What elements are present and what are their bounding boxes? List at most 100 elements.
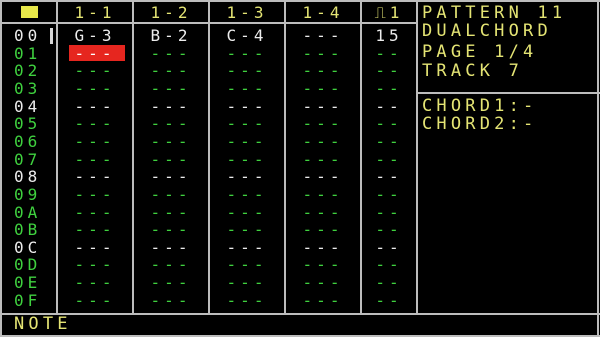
pattern-cell[interactable]: B-2 [134,27,208,44]
pattern-cell[interactable]: --- [210,239,284,256]
pattern-cell[interactable]: --- [210,274,284,291]
pattern-cell[interactable]: --- [58,274,132,291]
pattern-cell[interactable]: -- [362,292,416,309]
pattern-cell[interactable]: --- [134,80,208,97]
pattern-cell[interactable]: -- [362,221,416,238]
pattern-cell[interactable]: --- [210,151,284,168]
pattern-cell[interactable]: --- [58,221,132,238]
pattern-cell[interactable]: --- [58,45,132,62]
pattern-cell[interactable]: --- [286,256,360,273]
row-label: 04 [14,97,42,116]
pattern-cell[interactable]: --- [286,186,360,203]
pattern-cell[interactable]: -- [362,204,416,221]
pattern-cell[interactable]: --- [134,256,208,273]
pattern-cell[interactable]: --- [286,151,360,168]
pattern-cell[interactable]: --- [286,168,360,185]
pattern-cell[interactable]: -- [362,45,416,62]
pattern-cell[interactable]: -- [362,115,416,132]
pattern-cell[interactable]: --- [210,115,284,132]
pattern-cell[interactable]: --- [210,80,284,97]
column-header-4[interactable]: 1-4 [286,4,360,21]
pattern-cell[interactable]: --- [58,239,132,256]
mode-label: DUALCHORD [422,21,552,41]
pattern-cell[interactable]: -- [362,186,416,203]
frame-right [597,0,599,337]
pattern-cell[interactable]: --- [286,292,360,309]
pattern-cell[interactable]: -- [362,274,416,291]
pattern-cell[interactable]: -- [362,98,416,115]
pattern-cell[interactable]: --- [134,221,208,238]
pattern-cell[interactable]: --- [134,133,208,150]
pattern-cell[interactable]: --- [286,239,360,256]
pattern-cell[interactable]: --- [58,168,132,185]
pattern-cell[interactable]: -- [362,239,416,256]
pattern-cell[interactable]: --- [286,45,360,62]
pattern-cell[interactable]: --- [286,98,360,115]
status-divider [0,313,600,315]
frame-top [0,0,600,2]
pattern-cell[interactable]: -- [362,80,416,97]
column-header-3[interactable]: 1-3 [210,4,284,21]
pattern-cell[interactable]: --- [286,80,360,97]
chord1-label: CHORD1:- [422,96,538,116]
pattern-cell[interactable]: --- [134,168,208,185]
pattern-cell[interactable]: --- [134,239,208,256]
pattern-cell[interactable]: -- [362,151,416,168]
pattern-cell[interactable]: --- [58,80,132,97]
row-label: 03 [14,79,42,98]
pattern-cell[interactable]: --- [58,256,132,273]
row-label: 0D [14,255,42,274]
pattern-cell[interactable]: --- [134,115,208,132]
pattern-cell[interactable]: -- [362,133,416,150]
pattern-cell[interactable]: --- [58,115,132,132]
pattern-cell[interactable]: C-4 [210,27,284,44]
song-position-marker[interactable] [21,6,38,18]
pattern-cell[interactable]: --- [134,204,208,221]
pattern-cell[interactable]: --- [286,115,360,132]
pattern-cell[interactable]: --- [58,133,132,150]
pattern-cell[interactable]: --- [58,151,132,168]
column-header-5[interactable]: ⎍1 [362,4,416,21]
pattern-cell[interactable]: --- [286,204,360,221]
pattern-title: PATTERN 11 [422,3,567,23]
pattern-cell[interactable]: --- [210,221,284,238]
pattern-cell[interactable]: --- [134,98,208,115]
info-divider [416,92,600,94]
pattern-cell[interactable]: --- [58,62,132,79]
pattern-cell[interactable]: 15 [362,27,416,44]
row-label: 01 [14,44,42,63]
pattern-cell[interactable]: --- [210,45,284,62]
pattern-cell[interactable]: -- [362,168,416,185]
pattern-cell[interactable]: --- [210,168,284,185]
pattern-cell[interactable]: --- [58,292,132,309]
pattern-cell[interactable]: --- [286,133,360,150]
pattern-cell[interactable]: --- [58,98,132,115]
pattern-cell[interactable]: --- [210,186,284,203]
pattern-cell[interactable]: --- [134,274,208,291]
pattern-cell[interactable]: --- [286,62,360,79]
pattern-cell[interactable]: --- [210,256,284,273]
pattern-cell[interactable]: --- [210,62,284,79]
pattern-cell[interactable]: --- [210,98,284,115]
pattern-cell[interactable]: --- [134,151,208,168]
pattern-cell[interactable]: --- [134,62,208,79]
pattern-cell[interactable]: --- [286,27,360,44]
pattern-cell[interactable]: --- [210,204,284,221]
tracker-screen: 1-1 1-2 1-3 1-4 ⎍1 PATTERN 11 DUALCHORD … [0,0,600,337]
pattern-cell[interactable]: G-3 [58,27,132,44]
pattern-cell[interactable]: --- [210,133,284,150]
pattern-cell[interactable]: --- [58,186,132,203]
pattern-cell[interactable]: -- [362,62,416,79]
pattern-cell[interactable]: -- [362,256,416,273]
pattern-cell[interactable]: --- [134,186,208,203]
column-header-2[interactable]: 1-2 [134,4,208,21]
pattern-cell[interactable]: --- [58,204,132,221]
row-label: 05 [14,114,42,133]
pattern-cell[interactable]: --- [286,221,360,238]
pattern-cell[interactable]: --- [134,45,208,62]
pattern-cell[interactable]: --- [134,292,208,309]
row-label: 0B [14,220,42,239]
pattern-cell[interactable]: --- [286,274,360,291]
pattern-cell[interactable]: --- [210,292,284,309]
column-header-1[interactable]: 1-1 [58,4,132,21]
